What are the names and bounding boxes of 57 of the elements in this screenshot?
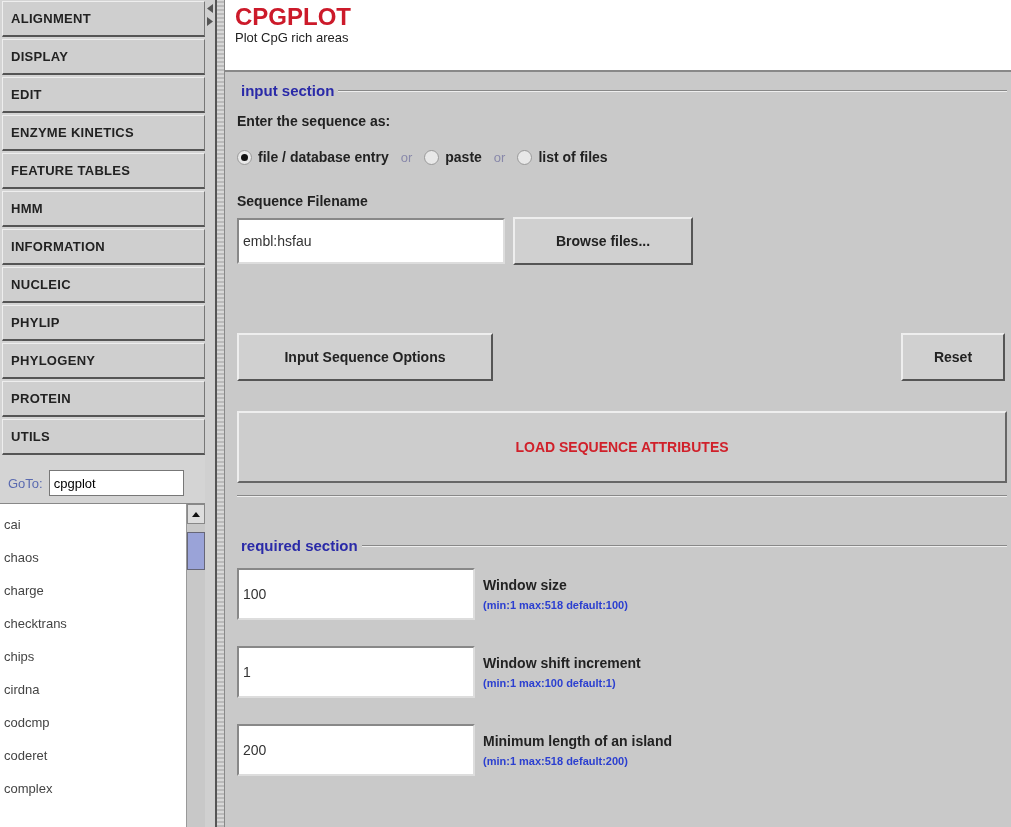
or-label: or bbox=[493, 149, 506, 165]
parameter-hint: (min:1 max:518 default:200) bbox=[483, 755, 629, 767]
category-button[interactable]: ALIGNMENT bbox=[2, 1, 205, 37]
section-title: required section bbox=[240, 537, 359, 554]
parameter-hint: (min:1 max:518 default:100) bbox=[483, 599, 628, 611]
category-button[interactable]: EDIT bbox=[2, 77, 205, 113]
reset-button[interactable]: Reset bbox=[901, 333, 1005, 381]
or-label: or bbox=[400, 149, 413, 165]
category-button[interactable]: ENZYME KINETICS bbox=[2, 115, 205, 151]
browse-button[interactable]: Browse files... bbox=[513, 217, 693, 265]
sequence-prompt: Enter the sequence as: bbox=[237, 113, 392, 129]
parameter-label: Window size bbox=[483, 577, 568, 593]
radio-button[interactable] bbox=[517, 149, 533, 165]
program-item[interactable]: cirdna bbox=[0, 675, 186, 708]
up-arrow-icon bbox=[192, 511, 200, 517]
right-arrow-icon[interactable] bbox=[207, 17, 213, 26]
category-button[interactable]: PROTEIN bbox=[2, 381, 205, 417]
category-button[interactable]: UTILS bbox=[2, 419, 205, 455]
parameter-label: Window shift increment bbox=[483, 655, 641, 671]
scroll-up-button[interactable] bbox=[187, 504, 205, 524]
left-arrow-icon[interactable] bbox=[207, 4, 213, 13]
category-button[interactable]: PHYLOGENY bbox=[2, 343, 205, 379]
filename-field[interactable]: embl:hsfau bbox=[237, 218, 505, 264]
category-button[interactable]: FEATURE TABLES bbox=[2, 153, 205, 189]
parameter-field[interactable]: 200 bbox=[237, 724, 475, 776]
goto-field[interactable]: cpgplot bbox=[48, 470, 184, 496]
section-title: input section bbox=[240, 82, 336, 99]
program-item[interactable]: checktrans bbox=[0, 609, 186, 642]
category-button[interactable]: DISPLAY bbox=[2, 39, 205, 75]
parameter-hint: (min:1 max:100 default:1) bbox=[483, 677, 617, 689]
program-item[interactable]: chips bbox=[0, 642, 186, 675]
parameter-label: Minimum length of an island bbox=[483, 733, 672, 749]
program-title: CPGPLOT bbox=[235, 4, 352, 30]
program-item[interactable]: codcmp bbox=[0, 708, 186, 741]
program-subtitle: Plot CpG rich areas bbox=[235, 30, 350, 45]
radio-button[interactable] bbox=[237, 149, 252, 165]
goto-label: GoTo: bbox=[8, 475, 43, 491]
program-item[interactable]: cai bbox=[0, 510, 186, 543]
scrollbar[interactable] bbox=[186, 504, 205, 827]
scroll-thumb[interactable] bbox=[187, 532, 205, 570]
radio-button[interactable] bbox=[424, 149, 440, 165]
splitter[interactable] bbox=[215, 0, 225, 827]
program-item[interactable]: complex bbox=[0, 774, 186, 807]
category-button[interactable]: HMM bbox=[2, 191, 205, 227]
program-item[interactable]: coderet bbox=[0, 741, 186, 774]
category-button[interactable]: INFORMATION bbox=[2, 229, 205, 265]
category-button[interactable]: PHYLIP bbox=[2, 305, 205, 341]
radio-label: list of files bbox=[538, 149, 608, 165]
radio-label: paste bbox=[445, 149, 482, 165]
category-button[interactable]: NUCLEIC bbox=[2, 267, 205, 303]
program-item[interactable]: chaos bbox=[0, 543, 186, 576]
radio-label: file / database entry bbox=[258, 149, 389, 165]
input-options-button[interactable]: Input Sequence Options bbox=[237, 333, 493, 381]
filename-label: Sequence Filename bbox=[237, 193, 369, 209]
parameter-field[interactable]: 100 bbox=[237, 568, 475, 620]
program-item[interactable]: charge bbox=[0, 576, 186, 609]
parameter-field[interactable]: 1 bbox=[237, 646, 475, 698]
